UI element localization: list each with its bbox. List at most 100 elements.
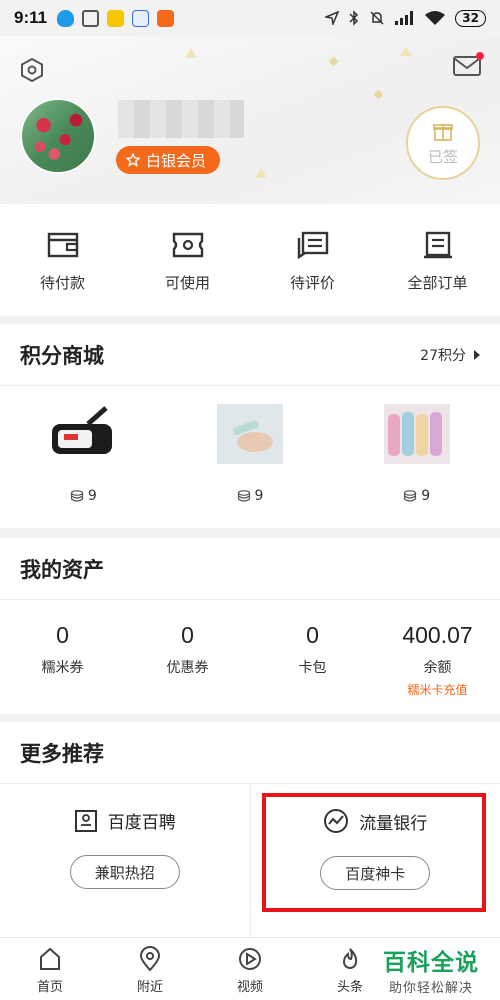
tab-label: 首页: [36, 980, 63, 995]
asset-list: 0 糯米券 0 优惠券 0 卡包 400.07 余额 糯米卡充值: [0, 600, 500, 714]
tab-nearby[interactable]: 附近: [100, 938, 200, 1000]
recommend-head: 流量银行: [323, 808, 427, 834]
flame-icon: [342, 948, 358, 969]
product-points: 9: [403, 488, 430, 504]
member-badge-label: 白银会员: [146, 151, 207, 170]
wallet-icon: [47, 232, 78, 258]
member-badge[interactable]: 白银会员: [116, 146, 221, 174]
points-balance-link[interactable]: 27积分: [420, 345, 480, 365]
product-card[interactable]: 9: [333, 386, 500, 528]
notification-icons: [57, 9, 175, 27]
product-points: 9: [70, 488, 97, 504]
coin-stack-icon: [404, 490, 417, 502]
decor-triangle: [255, 168, 267, 178]
order-label: 可使用: [164, 274, 210, 292]
location-arrow-icon: [325, 11, 340, 25]
asset-label: 卡包: [298, 660, 327, 676]
tab-label: 视频: [236, 980, 263, 995]
product-list: 9 9 9: [0, 386, 500, 528]
id-card-icon: [74, 809, 97, 832]
decor-triangle: [400, 46, 412, 56]
mute-bell-icon: [370, 11, 384, 25]
settings-icon[interactable]: [18, 56, 46, 84]
socks-image: [383, 404, 450, 464]
points-value: 9: [87, 488, 97, 504]
signin-label: 已签: [427, 147, 458, 166]
system-icons: 32: [325, 9, 486, 27]
decor-diamond: [328, 56, 339, 67]
avatar[interactable]: [20, 98, 96, 174]
product-card[interactable]: 9: [167, 386, 334, 528]
recommend-data-bank[interactable]: 流量银行 百度神卡: [251, 784, 500, 937]
hand-product-image: [217, 404, 283, 464]
trend-circle-icon: [324, 809, 349, 833]
alipay-icon: [82, 9, 100, 27]
location-icon: [139, 946, 161, 972]
recharge-link[interactable]: 糯米卡充值: [407, 681, 467, 698]
bluetooth-icon: [349, 10, 359, 26]
home-icon: [40, 947, 60, 970]
baidu-icon: [132, 9, 150, 27]
order-to-review[interactable]: 待评价: [250, 204, 375, 316]
star-icon: [126, 153, 140, 167]
order-label: 待评价: [289, 274, 335, 292]
decor-triangle: [185, 48, 197, 58]
comment-icon: [297, 231, 328, 260]
more-recommend-section: 更多推荐 百度百聘 兼职热招 流量银行 百度神卡: [0, 722, 500, 937]
points-value: 9: [421, 488, 431, 504]
order-list-icon: [423, 231, 452, 259]
product-card[interactable]: 9: [0, 386, 167, 528]
app-icon: [107, 9, 125, 27]
video-icon: [239, 948, 261, 970]
order-pending-payment[interactable]: 待付款: [0, 204, 125, 316]
tab-label: 头条: [336, 980, 363, 995]
recommend-head: 百度百聘: [74, 808, 176, 833]
points-value: 9: [254, 488, 264, 504]
asset-value: 0: [181, 622, 194, 648]
points-mall-section: 积分商城 27积分 9 9 9: [0, 324, 500, 528]
section-title: 更多推荐: [20, 741, 104, 766]
signal-icon: [395, 11, 414, 25]
section-title: 积分商城: [20, 343, 104, 368]
tab-home[interactable]: 首页: [0, 938, 100, 1000]
recommend-header: 更多推荐: [0, 722, 500, 784]
unread-dot: [476, 52, 484, 60]
tab-video[interactable]: 视频: [200, 938, 300, 1000]
recommend-tag-button[interactable]: 百度神卡: [320, 856, 431, 890]
watermark-subtitle: 助你轻松解决: [388, 980, 473, 996]
decor-diamond: [373, 89, 384, 100]
recommend-baidu-recruit[interactable]: 百度百聘 兼职热招: [0, 784, 251, 937]
asset-value: 0: [56, 622, 69, 648]
profile-header: 白银会员 已签: [0, 36, 500, 204]
watermark-title: 百科全说: [383, 949, 479, 976]
asset-card-wallet[interactable]: 0 卡包: [250, 600, 375, 714]
watermark-logo: 百科全说 助你轻松解决: [372, 940, 490, 998]
recommend-name: 百度百聘: [107, 813, 176, 833]
vr-headset-image: [52, 406, 113, 454]
order-label: 全部订单: [407, 274, 468, 292]
asset-value: 400.07: [402, 622, 473, 648]
tab-label: 附近: [136, 980, 163, 995]
my-assets-section: 我的资产 0 糯米券 0 优惠券 0 卡包 400.07 余额 糯米卡充值: [0, 538, 500, 714]
recommend-name: 流量银行: [359, 813, 428, 834]
signin-button[interactable]: 已签: [406, 106, 480, 180]
order-shortcuts: 待付款 可使用 待评价 全部订单: [0, 204, 500, 316]
recommend-tag-button[interactable]: 兼职热招: [69, 855, 180, 889]
order-label: 待付款: [39, 274, 85, 292]
asset-label: 优惠券: [166, 660, 209, 676]
asset-coupon[interactable]: 0 优惠券: [125, 600, 250, 714]
ticket-icon: [172, 232, 203, 258]
orange-app-icon: [157, 9, 175, 27]
asset-balance[interactable]: 400.07 余额 糯米卡充值: [375, 600, 500, 714]
coin-stack-icon: [70, 490, 83, 502]
gift-icon: [433, 123, 453, 141]
order-all[interactable]: 全部订单: [375, 204, 500, 316]
qq-icon: [57, 9, 75, 27]
asset-label: 余额: [423, 660, 452, 676]
order-usable[interactable]: 可使用: [125, 204, 250, 316]
assets-header: 我的资产: [0, 538, 500, 600]
asset-value: 0: [306, 622, 319, 648]
battery-indicator: 32: [455, 9, 486, 27]
asset-nuomi-coupon[interactable]: 0 糯米券: [0, 600, 125, 714]
section-title: 我的资产: [20, 557, 104, 582]
